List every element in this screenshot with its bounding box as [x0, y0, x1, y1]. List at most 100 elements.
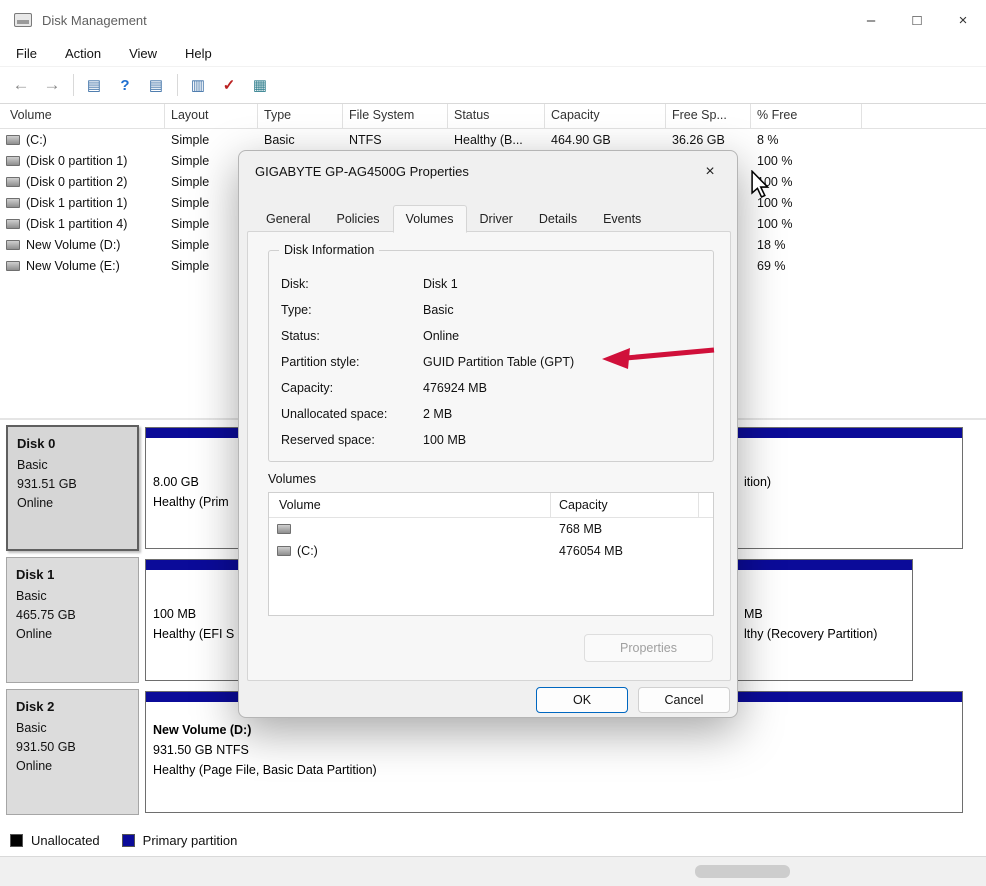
disk-size: 931.51 GB — [17, 475, 128, 494]
disk-size: 931.50 GB — [16, 738, 129, 757]
disk-status: Online — [16, 625, 129, 644]
toolbar: ← → ▤ ? ▤ ▥ ✓ ▦ — [0, 67, 986, 104]
cell-volume: (Disk 0 partition 1) — [26, 154, 127, 168]
field-value-reserved-space: 100 MB — [423, 433, 466, 447]
table-row[interactable]: (C:) Simple Basic NTFS Healthy (B... 464… — [0, 129, 986, 150]
tab-volumes[interactable]: Volumes — [393, 205, 467, 233]
field-label-reserved-space: Reserved space: — [281, 433, 423, 447]
disk1-panel[interactable]: Disk 1 Basic 465.75 GB Online — [6, 557, 139, 683]
cell-pct-free: 8 % — [751, 133, 862, 147]
column-header-filler — [862, 104, 986, 129]
volume-icon — [6, 135, 20, 145]
cell-capacity: 464.90 GB — [545, 133, 666, 147]
column-header-capacity[interactable]: Capacity — [559, 498, 608, 512]
disk0-panel[interactable]: Disk 0 Basic 931.51 GB Online — [6, 425, 139, 551]
maximize-button[interactable]: □ — [894, 0, 940, 40]
legend-primary-partition-label: Primary partition — [143, 833, 238, 848]
window-title: Disk Management — [42, 13, 147, 28]
column-header-type[interactable]: Type — [258, 104, 343, 129]
column-header-capacity[interactable]: Capacity — [545, 104, 666, 129]
tab-details[interactable]: Details — [526, 205, 590, 232]
dialog-volume-capacity: 768 MB — [559, 522, 602, 536]
column-header-free-space[interactable]: Free Sp... — [666, 104, 751, 129]
disk-type: Basic — [17, 456, 128, 475]
legend-unallocated-label: Unallocated — [31, 833, 100, 848]
menu-help[interactable]: Help — [185, 46, 212, 61]
column-header-pct-free[interactable]: % Free — [751, 104, 862, 129]
volume-icon — [277, 524, 291, 534]
menu-file[interactable]: File — [16, 46, 37, 61]
tab-driver[interactable]: Driver — [467, 205, 526, 232]
check-disk-icon[interactable]: ✓ — [216, 73, 242, 97]
cell-pct-free: 100 % — [751, 154, 862, 168]
column-header-filesystem[interactable]: File System — [343, 104, 448, 129]
properties-dialog: GIGABYTE GP-AG4500G Properties × General… — [238, 150, 738, 718]
field-label-unallocated-space: Unallocated space: — [281, 407, 423, 421]
primary-partition-color-swatch — [122, 834, 135, 847]
column-header-volume[interactable]: Volume — [0, 104, 165, 129]
disk2-panel[interactable]: Disk 2 Basic 931.50 GB Online — [6, 689, 139, 815]
cell-free-space: 36.26 GB — [666, 133, 751, 147]
cell-volume: (Disk 1 partition 4) — [26, 217, 127, 231]
group-title: Disk Information — [279, 243, 379, 257]
partition-size: 931.50 GB NTFS — [153, 740, 962, 760]
partition-title: New Volume (D:) — [153, 720, 962, 740]
dialog-volume-row[interactable]: (C:) 476054 MB — [269, 540, 713, 562]
help-icon[interactable]: ? — [112, 73, 138, 97]
tab-events[interactable]: Events — [590, 205, 654, 232]
partition-status: lthy (Recovery Partition) — [744, 624, 912, 644]
menu-view[interactable]: View — [129, 46, 157, 61]
tab-general[interactable]: General — [253, 205, 323, 232]
column-divider[interactable] — [550, 493, 551, 517]
minimize-button[interactable]: – — [848, 0, 894, 40]
column-header-status[interactable]: Status — [448, 104, 545, 129]
titlebar: Disk Management – □ × — [0, 0, 986, 40]
legend: Unallocated Primary partition — [10, 833, 237, 848]
partition-size: MB — [744, 604, 912, 624]
column-divider[interactable] — [698, 493, 699, 517]
dialog-title: GIGABYTE GP-AG4500G Properties — [239, 151, 737, 191]
disk-management-icon — [14, 13, 32, 27]
cell-pct-free: 100 % — [751, 217, 862, 231]
dialog-tabs: General Policies Volumes Driver Details … — [253, 205, 654, 232]
report-icon[interactable]: ▦ — [247, 73, 273, 97]
menu-action[interactable]: Action — [65, 46, 101, 61]
mouse-cursor — [750, 170, 772, 198]
cell-filesystem: NTFS — [343, 133, 448, 147]
ok-button[interactable]: OK — [536, 687, 628, 713]
column-header-layout[interactable]: Layout — [165, 104, 258, 129]
column-header-volume[interactable]: Volume — [279, 498, 321, 512]
back-icon[interactable]: ← — [8, 73, 34, 97]
cancel-button[interactable]: Cancel — [638, 687, 730, 713]
cell-layout: Simple — [165, 133, 258, 147]
close-button[interactable]: × — [940, 0, 986, 40]
disk-list-icon[interactable]: ▥ — [185, 73, 211, 97]
action-pane-icon[interactable]: ▤ — [143, 73, 169, 97]
horizontal-scrollbar[interactable] — [0, 856, 986, 886]
cell-type: Basic — [258, 133, 343, 147]
disk-type: Basic — [16, 719, 129, 738]
volume-icon — [6, 261, 20, 271]
volumes-tab-page: Disk Information Disk: Disk 1 Type: Basi… — [247, 231, 731, 681]
volume-icon — [6, 219, 20, 229]
scrollbar-thumb[interactable] — [695, 865, 790, 878]
disk-management-window: Disk Management – □ × File Action View H… — [0, 0, 986, 886]
tab-policies[interactable]: Policies — [323, 205, 392, 232]
field-label-disk: Disk: — [281, 277, 423, 291]
forward-icon[interactable]: → — [39, 73, 65, 97]
dialog-close-icon[interactable]: × — [695, 160, 725, 184]
dialog-volume-row[interactable]: 768 MB — [269, 518, 713, 540]
volume-icon — [6, 240, 20, 250]
volumes-section-label: Volumes — [268, 472, 316, 486]
toolbar-separator — [177, 74, 178, 96]
field-label-type: Type: — [281, 303, 423, 317]
console-tree-icon[interactable]: ▤ — [81, 73, 107, 97]
field-value-partition-style: GUID Partition Table (GPT) — [423, 355, 574, 369]
volume-icon — [6, 156, 20, 166]
cell-volume: New Volume (E:) — [26, 259, 120, 273]
volume-icon — [6, 198, 20, 208]
annotation-arrow-icon — [596, 342, 722, 372]
properties-button: Properties — [584, 634, 713, 662]
dialog-volume-capacity: 476054 MB — [559, 544, 623, 558]
cell-pct-free: 69 % — [751, 259, 862, 273]
